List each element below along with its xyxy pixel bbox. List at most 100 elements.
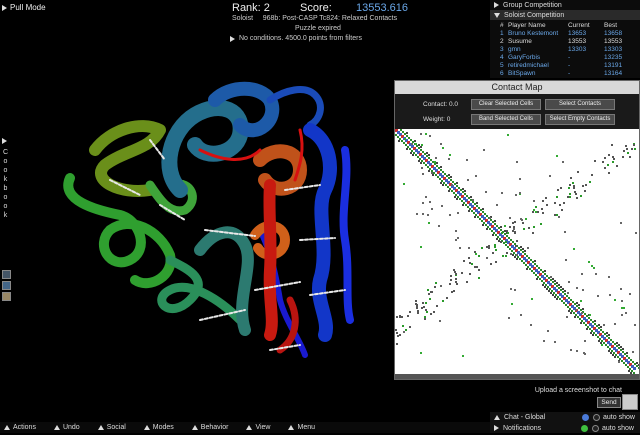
map-cell bbox=[612, 156, 614, 158]
menu-undo[interactable]: Undo bbox=[53, 424, 80, 431]
cell-rank: 5 bbox=[500, 61, 504, 69]
map-cell bbox=[534, 260, 536, 262]
map-cell bbox=[494, 244, 496, 246]
map-cell bbox=[409, 311, 411, 313]
col-best: Best bbox=[604, 21, 618, 29]
map-cell bbox=[596, 325, 598, 327]
map-cell bbox=[629, 368, 631, 370]
leaderboard-row[interactable]: 3 gmn 13303 13303 bbox=[500, 45, 640, 53]
map-cell bbox=[484, 213, 486, 215]
group-competition-tab[interactable]: Group Competition bbox=[490, 0, 640, 10]
auto-show-checkbox[interactable] bbox=[593, 413, 600, 421]
map-cell bbox=[550, 276, 552, 278]
map-cell bbox=[586, 315, 588, 317]
map-cell bbox=[554, 214, 556, 216]
map-cell bbox=[472, 201, 474, 203]
recipe-icon[interactable] bbox=[2, 270, 11, 279]
chat-global-row[interactable]: Chat - Global auto show bbox=[490, 412, 640, 422]
select-contacts-button[interactable]: Select Contacts bbox=[545, 99, 615, 110]
soloist-competition-tab[interactable]: Soloist Competition bbox=[490, 10, 640, 20]
map-cell bbox=[577, 171, 579, 173]
map-cell bbox=[492, 221, 494, 223]
triangle-up-icon bbox=[143, 425, 150, 430]
map-cell bbox=[424, 153, 426, 155]
auto-show-checkbox[interactable] bbox=[592, 424, 599, 432]
map-cell bbox=[436, 162, 438, 164]
pull-mode-toggle[interactable]: Pull Mode bbox=[2, 2, 46, 13]
map-cell bbox=[396, 316, 398, 318]
map-cell bbox=[431, 208, 433, 210]
map-cell bbox=[559, 298, 561, 300]
map-cell bbox=[396, 332, 398, 334]
cell-best: 13164 bbox=[604, 69, 623, 77]
map-cell bbox=[562, 291, 564, 293]
map-cell bbox=[531, 270, 533, 272]
menu-actions[interactable]: Actions bbox=[4, 424, 36, 431]
contact-map-title[interactable]: Contact Map bbox=[395, 81, 639, 94]
map-scrollbar[interactable] bbox=[395, 374, 639, 379]
map-cell bbox=[574, 191, 576, 193]
notes-icon[interactable] bbox=[2, 292, 11, 301]
map-cell bbox=[409, 326, 411, 328]
cookbook-tab[interactable]: Cookbook bbox=[0, 138, 11, 318]
map-cell bbox=[589, 181, 591, 183]
map-cell bbox=[402, 325, 404, 327]
map-cell bbox=[468, 197, 470, 199]
leaderboard-row[interactable]: 5 retiredmichael - 13191 bbox=[500, 61, 640, 69]
leaderboard-row[interactable]: 4 GaryForbis - 13235 bbox=[500, 53, 640, 61]
leaderboard-row[interactable]: 1 Bruno Kestemont 13653 13658 bbox=[500, 29, 640, 37]
map-cell bbox=[400, 129, 402, 131]
map-cell bbox=[476, 266, 478, 268]
map-cell bbox=[465, 204, 467, 206]
send-button[interactable]: Send bbox=[597, 397, 621, 408]
map-cell bbox=[411, 143, 413, 145]
leaderboard-row[interactable]: 6 BitSpawn - 13164 bbox=[500, 69, 640, 77]
map-cell bbox=[442, 171, 444, 173]
menu-behavior[interactable]: Behavior bbox=[191, 424, 228, 431]
map-cell bbox=[562, 161, 564, 163]
map-cell bbox=[592, 334, 594, 336]
cell-name: BitSpawn bbox=[508, 69, 536, 77]
map-cell bbox=[425, 196, 427, 198]
triangle-up-icon bbox=[246, 425, 253, 430]
auto-show-label: auto show bbox=[602, 424, 634, 432]
camera-icon[interactable] bbox=[622, 394, 638, 410]
triangle-right-icon bbox=[494, 2, 499, 8]
map-cell bbox=[547, 286, 549, 288]
menu-view[interactable]: View bbox=[246, 424, 270, 431]
contact-map-grid[interactable] bbox=[395, 129, 640, 376]
select-empty-contacts-button[interactable]: Select Empty Contacts bbox=[545, 114, 615, 125]
folder-icon[interactable] bbox=[2, 281, 11, 290]
map-cell bbox=[412, 141, 414, 143]
menu-menu[interactable]: Menu bbox=[288, 424, 315, 431]
map-cell bbox=[451, 190, 453, 192]
map-cell bbox=[420, 162, 422, 164]
map-cell bbox=[403, 331, 405, 333]
notifications-row[interactable]: Notifications auto show bbox=[490, 423, 640, 433]
map-cell bbox=[587, 326, 589, 328]
map-cell bbox=[448, 158, 450, 160]
map-cell bbox=[417, 156, 419, 158]
map-cell bbox=[469, 208, 471, 210]
band-selected-cells-button[interactable]: Band Selected Cells bbox=[471, 114, 541, 125]
conditions-toggle[interactable]: No conditions. 4500.0 points from filter… bbox=[230, 35, 362, 42]
map-cell bbox=[586, 328, 588, 330]
clear-selected-cells-button[interactable]: Clear Selected Cells bbox=[471, 99, 541, 110]
map-cell bbox=[500, 241, 502, 243]
map-cell bbox=[638, 367, 640, 369]
leaderboard-row[interactable]: 2 Susume 13553 13553 bbox=[500, 37, 640, 45]
score-value: 13553.616 bbox=[356, 2, 408, 14]
map-cell bbox=[397, 136, 399, 138]
menu-social[interactable]: Social bbox=[97, 424, 126, 431]
contact-value: Contact: 0.0 bbox=[423, 101, 459, 108]
mode-label: Soloist bbox=[232, 15, 254, 22]
map-cell bbox=[598, 340, 600, 342]
map-cell bbox=[468, 247, 470, 249]
map-cell bbox=[515, 245, 517, 247]
map-cell bbox=[420, 246, 422, 248]
map-cell bbox=[525, 218, 527, 220]
menu-modes[interactable]: Modes bbox=[143, 424, 174, 431]
contact-map-panel: Contact Map Contact: 0.0 Weight: 0 Clear… bbox=[394, 80, 640, 380]
map-cell bbox=[540, 223, 542, 225]
map-cell bbox=[461, 272, 463, 274]
